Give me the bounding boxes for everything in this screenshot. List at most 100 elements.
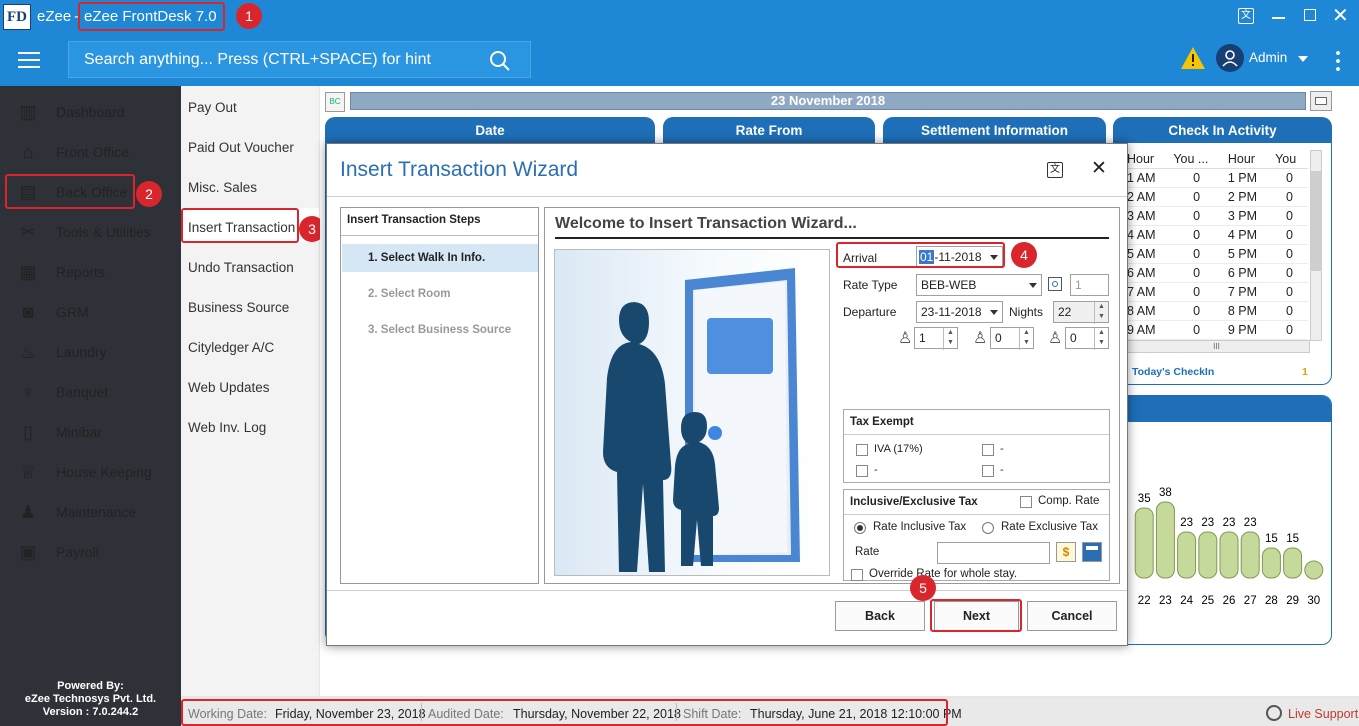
infants-spinner[interactable]: ▲ ▼ bbox=[1094, 328, 1108, 350]
table-cell: 3 AM bbox=[1123, 206, 1170, 226]
minibar-icon: ▯ bbox=[23, 421, 33, 442]
children-spinner[interactable]: ▲ ▼ bbox=[1019, 328, 1033, 350]
rate-type-select[interactable]: BEB-WEB bbox=[916, 274, 1042, 296]
rate-search-icon[interactable] bbox=[1048, 277, 1062, 291]
table-row[interactable]: 4 AM 0 4 PM 0 bbox=[1123, 225, 1308, 245]
rate-exclusive-radio[interactable] bbox=[982, 522, 994, 534]
rate-input[interactable] bbox=[937, 542, 1050, 564]
table-cell: 0 bbox=[1271, 187, 1308, 207]
nights-field[interactable]: 22 ▲ ▼ bbox=[1053, 301, 1109, 324]
submenu-pay-out[interactable]: Pay Out bbox=[188, 100, 237, 115]
occupancy-bar[interactable] bbox=[1155, 501, 1175, 579]
minimize-icon[interactable] bbox=[1272, 17, 1285, 19]
tools-icon: ✂ bbox=[20, 221, 36, 242]
tax-2-checkbox[interactable] bbox=[982, 444, 994, 456]
submenu-paid-out-voucher[interactable]: Paid Out Voucher bbox=[188, 140, 294, 155]
table-cell: 7 PM bbox=[1223, 282, 1272, 302]
sidebar-item-tools-utilities[interactable]: ✂ Tools & Utilities bbox=[0, 212, 181, 252]
col-hour-2[interactable]: Hour bbox=[1223, 150, 1272, 169]
more-options-icon[interactable] bbox=[1336, 49, 1340, 71]
tax-iva-checkbox[interactable] bbox=[856, 444, 868, 456]
calculator-icon[interactable] bbox=[1082, 542, 1102, 562]
hamburger-menu-icon[interactable] bbox=[18, 52, 40, 68]
submenu-web-inv-log[interactable]: Web Inv. Log bbox=[188, 420, 266, 435]
occupancy-bar[interactable] bbox=[1134, 507, 1154, 579]
col-you-2[interactable]: You bbox=[1271, 150, 1308, 169]
chevron-down-icon[interactable] bbox=[1298, 56, 1308, 62]
children-field[interactable]: 0 ▲ ▼ bbox=[990, 327, 1034, 350]
back-button[interactable]: Back bbox=[835, 601, 925, 631]
search-box[interactable]: Search anything... Press (CTRL+SPACE) fo… bbox=[68, 41, 531, 78]
table-cell: 0 bbox=[1271, 168, 1308, 188]
print-icon[interactable] bbox=[1310, 91, 1332, 111]
table-cell: 0 bbox=[1271, 244, 1308, 264]
occupancy-bar[interactable] bbox=[1177, 531, 1197, 579]
sidebar-item-payroll[interactable]: ▣ Payroll bbox=[0, 532, 181, 572]
table-row[interactable]: 6 AM 0 6 PM 0 bbox=[1123, 263, 1308, 283]
col-hour[interactable]: Hour bbox=[1123, 150, 1170, 169]
table-row[interactable]: 3 AM 0 3 PM 0 bbox=[1123, 206, 1308, 226]
highlight-box-title bbox=[78, 2, 225, 31]
sidebar-item-house-keeping[interactable]: ♕ House Keeping bbox=[0, 452, 181, 492]
currency-icon[interactable]: $ bbox=[1056, 542, 1076, 562]
search-icon[interactable] bbox=[489, 50, 511, 72]
table-row[interactable]: 1 AM 0 1 PM 0 bbox=[1123, 168, 1308, 188]
sidebar-item-banquet[interactable]: ♆ Banquet bbox=[0, 372, 181, 412]
search-input[interactable]: Search anything... Press (CTRL+SPACE) fo… bbox=[84, 51, 431, 69]
sidebar-item-reports[interactable]: ▦ Reports bbox=[0, 252, 181, 292]
table-row[interactable]: 7 AM 0 7 PM 0 bbox=[1123, 282, 1308, 302]
departure-dropdown-icon[interactable] bbox=[990, 310, 998, 315]
close-window-icon[interactable]: ✕ bbox=[1332, 3, 1349, 28]
sidebar-item-front-office[interactable]: ⌂ Front Office bbox=[0, 132, 181, 172]
override-rate-checkbox[interactable] bbox=[851, 569, 863, 581]
occupancy-bar[interactable] bbox=[1198, 531, 1218, 579]
sidebar-item-grm[interactable]: ◙ GRM bbox=[0, 292, 181, 332]
checkin-hscrollbar[interactable]: III bbox=[1123, 340, 1310, 353]
top-toolbar: Search anything... Press (CTRL+SPACE) fo… bbox=[0, 34, 1359, 86]
occupancy-bar[interactable] bbox=[1219, 531, 1239, 579]
adults-spinner[interactable]: ▲ ▼ bbox=[943, 328, 957, 350]
sidebar-item-minibar[interactable]: ▯ Minibar bbox=[0, 412, 181, 452]
dialog-close-icon[interactable]: ✕ bbox=[1091, 157, 1107, 180]
incl-excl-group: Inclusive/Exclusive Tax Comp. Rate Rate … bbox=[843, 489, 1110, 581]
cancel-button[interactable]: Cancel bbox=[1027, 601, 1117, 631]
restore-icon[interactable] bbox=[1304, 9, 1316, 21]
tax-3-checkbox[interactable] bbox=[856, 465, 868, 477]
submenu-undo-transaction[interactable]: Undo Transaction bbox=[188, 260, 294, 275]
user-avatar[interactable] bbox=[1216, 44, 1244, 72]
live-support-link[interactable]: Live Support bbox=[1288, 707, 1358, 721]
comp-rate-checkbox[interactable] bbox=[1020, 496, 1032, 508]
table-row[interactable]: 2 AM 0 2 PM 0 bbox=[1123, 187, 1308, 207]
submenu-misc-sales[interactable]: Misc. Sales bbox=[188, 180, 257, 195]
submenu-cityledger[interactable]: Cityledger A/C bbox=[188, 340, 274, 355]
departure-date-field[interactable]: 23-11-2018 bbox=[916, 301, 1003, 323]
sidebar-item-dashboard[interactable]: ▥ Dashboard bbox=[0, 92, 181, 132]
submenu-business-source[interactable]: Business Source bbox=[188, 300, 289, 315]
submenu-web-updates[interactable]: Web Updates bbox=[188, 380, 270, 395]
rate-type-dropdown-icon[interactable] bbox=[1029, 283, 1037, 288]
nights-spinner[interactable]: ▲ ▼ bbox=[1094, 302, 1108, 324]
occupancy-bar[interactable] bbox=[1283, 547, 1303, 579]
user-name[interactable]: Admin bbox=[1249, 50, 1287, 65]
adults-field[interactable]: 1 ▲ ▼ bbox=[914, 327, 958, 350]
table-row[interactable]: 5 AM 0 5 PM 0 bbox=[1123, 244, 1308, 264]
tax-4-checkbox[interactable] bbox=[982, 465, 994, 477]
translate-icon[interactable]: 文 bbox=[1238, 8, 1254, 24]
sidebar-item-maintenance[interactable]: ♟ Maintenance bbox=[0, 492, 181, 532]
checkin-panel: Hour You ... Hour You 1 AM 0 1 PM 0 2 AM 0 2 P… bbox=[1113, 143, 1332, 385]
rate-inclusive-radio[interactable] bbox=[854, 522, 866, 534]
infants-field[interactable]: 0 ▲ ▼ bbox=[1065, 327, 1109, 350]
table-row[interactable]: 9 AM 0 9 PM 0 bbox=[1123, 320, 1308, 340]
occupancy-bar[interactable] bbox=[1261, 547, 1281, 579]
bc-icon[interactable]: BC bbox=[325, 92, 345, 112]
occupancy-bar[interactable] bbox=[1240, 531, 1260, 579]
dashboard-icon: ▥ bbox=[19, 101, 37, 122]
col-you[interactable]: You ... bbox=[1169, 150, 1224, 169]
checkin-vscrollbar[interactable] bbox=[1310, 150, 1322, 341]
dialog-translate-icon[interactable]: 文 bbox=[1047, 162, 1063, 178]
table-row[interactable]: 8 AM 0 8 PM 0 bbox=[1123, 301, 1308, 321]
warning-icon[interactable] bbox=[1180, 46, 1206, 70]
table-cell: 5 AM bbox=[1123, 244, 1170, 264]
sidebar-item-laundry[interactable]: ♨ Laundry bbox=[0, 332, 181, 372]
live-support-icon[interactable] bbox=[1266, 705, 1282, 721]
